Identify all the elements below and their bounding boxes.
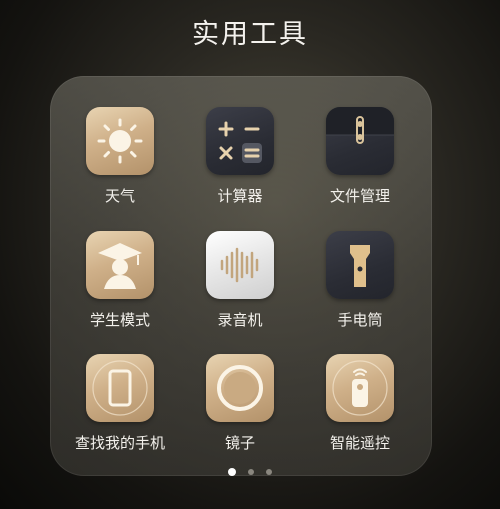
page-dot-2[interactable] <box>248 468 254 475</box>
app-label-calculator: 计算器 <box>217 187 263 205</box>
app-recorder[interactable]: 录音机 <box>180 231 300 330</box>
graduation-cap-icon <box>86 231 154 299</box>
page-indicator[interactable] <box>0 461 500 480</box>
remote-control-icon <box>326 354 394 422</box>
app-label-file-manager: 文件管理 <box>329 187 390 205</box>
app-label-weather: 天气 <box>104 187 135 205</box>
weather-sun-icon <box>86 107 154 175</box>
app-label-student-mode: 学生模式 <box>89 311 150 329</box>
mirror-ring-icon <box>206 354 274 422</box>
file-folder-icon <box>326 107 394 175</box>
app-student-mode[interactable]: 学生模式 <box>60 231 180 330</box>
app-smart-remote[interactable]: 智能遥控 <box>300 354 420 453</box>
app-mirror[interactable]: 镜子 <box>180 354 300 453</box>
app-label-smart-remote: 智能遥控 <box>329 434 390 452</box>
app-calculator[interactable]: 计算器 <box>180 107 300 206</box>
calculator-icon <box>206 107 274 175</box>
phone-outline-icon <box>86 354 154 422</box>
app-file-manager[interactable]: 文件管理 <box>300 107 420 206</box>
app-label-find-my-phone: 查找我的手机 <box>74 434 165 452</box>
sound-wave-icon <box>206 231 274 299</box>
app-label-recorder: 录音机 <box>217 311 263 329</box>
app-flashlight[interactable]: 手电筒 <box>300 231 420 330</box>
app-label-flashlight: 手电筒 <box>337 311 383 329</box>
app-weather[interactable]: 天气 <box>60 107 180 206</box>
folder-title[interactable]: 实用工具 <box>0 12 500 51</box>
page-dot-1[interactable] <box>228 467 236 476</box>
flashlight-icon <box>326 231 394 299</box>
page-dot-3[interactable] <box>266 468 272 475</box>
app-find-my-phone[interactable]: 查找我的手机 <box>60 354 180 453</box>
app-label-mirror: 镜子 <box>224 434 255 452</box>
